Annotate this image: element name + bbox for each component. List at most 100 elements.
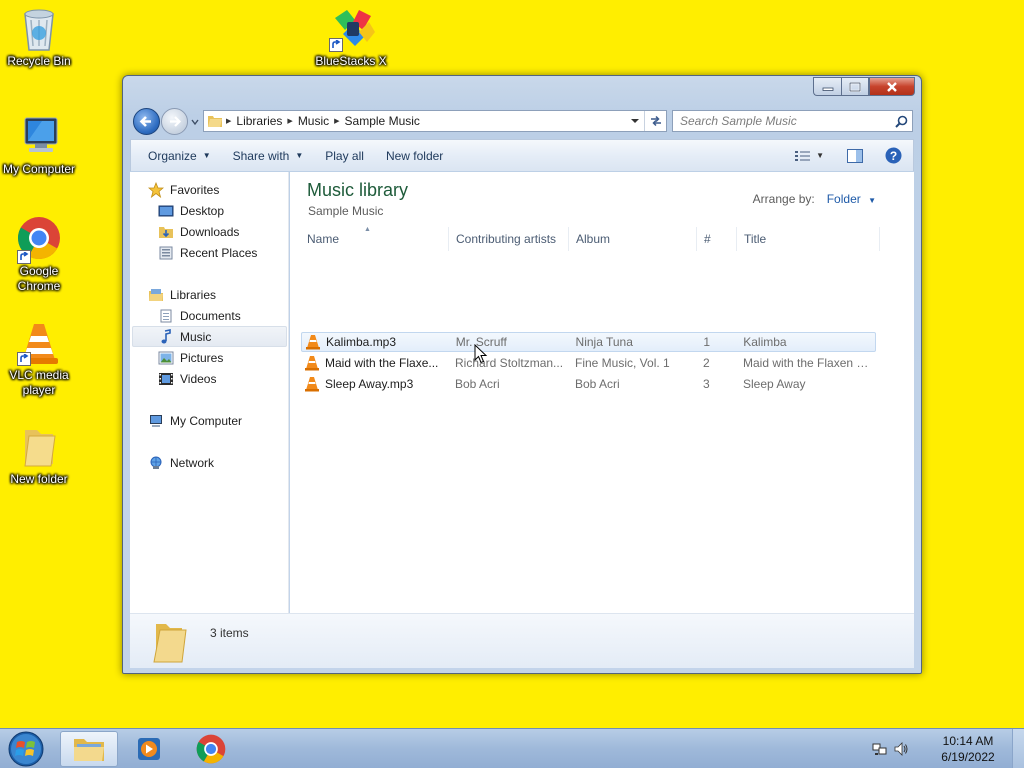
- system-tray: 10:14 AM 6/19/2022: [870, 729, 1024, 768]
- refresh-button[interactable]: [644, 111, 666, 131]
- share-with-menu[interactable]: Share with ▼: [224, 144, 313, 168]
- file-album: Ninja Tuna: [575, 335, 633, 349]
- nav-item-network[interactable]: Network: [148, 453, 214, 473]
- nav-item-music[interactable]: Music: [158, 327, 211, 347]
- share-with-label: Share with: [232, 148, 290, 163]
- recent-places-icon: [158, 245, 174, 261]
- search-icon[interactable]: [890, 115, 912, 128]
- refresh-icon: [650, 115, 661, 127]
- library-title: Music library: [307, 180, 409, 200]
- preview-pane-button[interactable]: [838, 144, 872, 168]
- file-name: Kalimba.mp3: [326, 335, 397, 349]
- taskbar-chrome-button[interactable]: [182, 731, 240, 767]
- file-row-kalimba[interactable]: Kalimba.mp3 Mr. Scruff Ninja Tuna 1 Kali…: [301, 332, 876, 352]
- breadcrumb-libraries[interactable]: Libraries: [231, 114, 287, 128]
- minimize-icon: [822, 87, 833, 91]
- file-artist: Mr. Scruff: [455, 335, 507, 349]
- desktop-icon-google-chrome[interactable]: Google Chrome: [0, 216, 78, 294]
- volume-icon[interactable]: [890, 741, 912, 757]
- view-options-dropdown[interactable]: ▼: [812, 144, 828, 168]
- maximize-button[interactable]: [841, 77, 869, 96]
- play-all-button[interactable]: Play all: [316, 144, 373, 168]
- nav-item-downloads[interactable]: Downloads: [158, 222, 239, 242]
- details-view-icon: [795, 150, 811, 161]
- file-track-number: 1: [703, 335, 710, 349]
- music-note-icon: [158, 329, 174, 345]
- column-header-label: Title: [744, 232, 767, 246]
- computer-icon: [148, 413, 164, 429]
- recent-pages-dropdown[interactable]: [190, 116, 200, 126]
- nav-item-label: Libraries: [170, 288, 217, 302]
- column-header-name[interactable]: Name ▲: [300, 227, 449, 251]
- details-pane: 3 items: [130, 613, 914, 668]
- nav-item-videos[interactable]: Videos: [158, 369, 216, 389]
- vlc-cone-icon: [17, 320, 61, 366]
- minimize-button[interactable]: [813, 77, 841, 96]
- desktop-icon-label: BlueStacks X: [315, 54, 387, 68]
- arrange-by-dropdown[interactable]: Folder ▼: [827, 192, 876, 206]
- column-header-label: Name: [307, 232, 340, 246]
- chevron-down-icon: [191, 119, 199, 126]
- window-controls: [813, 77, 915, 96]
- nav-item-libraries[interactable]: Libraries: [148, 285, 216, 305]
- clock[interactable]: 10:14 AM 6/19/2022: [928, 733, 1008, 765]
- desktop-icon-new-folder[interactable]: New folder: [0, 424, 78, 487]
- clock-date: 6/19/2022: [941, 750, 995, 764]
- chrome-icon: [196, 734, 226, 764]
- show-desktop-button[interactable]: [1012, 729, 1024, 768]
- file-name-cell: Sleep Away.mp3: [301, 376, 449, 392]
- taskbar-explorer-button[interactable]: [60, 731, 118, 767]
- search-box: [672, 110, 913, 132]
- desktop-icon-recycle-bin[interactable]: Recycle Bin: [0, 6, 78, 69]
- nav-item-label: Documents: [180, 309, 241, 323]
- nav-item-recent-places[interactable]: Recent Places: [158, 243, 257, 263]
- close-button[interactable]: [869, 77, 915, 96]
- column-header-number[interactable]: #: [697, 227, 737, 251]
- forward-button[interactable]: [161, 108, 188, 135]
- explorer-window: ▶ Libraries ▶ Music ▶ Sample Music Searc…: [122, 75, 922, 674]
- nav-item-favorites[interactable]: Favorites: [148, 180, 219, 200]
- chrome-icon: [17, 216, 61, 264]
- nav-item-my-computer[interactable]: My Computer: [148, 411, 242, 431]
- column-header-label: #: [704, 232, 711, 246]
- column-header-album[interactable]: Album: [569, 227, 697, 251]
- command-bar: Organize ▼ Share with ▼ Play all New fol…: [130, 139, 914, 171]
- breadcrumb-sample-music[interactable]: Sample Music: [340, 114, 425, 128]
- desktop-icon-my-computer[interactable]: My Computer: [0, 114, 78, 177]
- nav-item-documents[interactable]: Documents: [158, 306, 241, 326]
- address-history-dropdown[interactable]: [626, 111, 644, 131]
- file-title: Sleep Away: [743, 377, 806, 391]
- desktop-icon-bluestacks[interactable]: BlueStacks X: [312, 6, 390, 69]
- column-header-title[interactable]: Title: [737, 227, 880, 251]
- nav-item-label: Favorites: [170, 183, 220, 197]
- maximize-icon: [849, 81, 861, 92]
- item-count: 3 items: [210, 626, 249, 640]
- breadcrumb-music[interactable]: Music: [293, 114, 334, 128]
- address-bar[interactable]: ▶ Libraries ▶ Music ▶ Sample Music: [203, 110, 667, 132]
- organize-label: Organize: [148, 148, 197, 163]
- start-button[interactable]: [6, 730, 46, 768]
- nav-item-label: Pictures: [180, 351, 224, 365]
- nav-item-desktop[interactable]: Desktop: [158, 201, 224, 221]
- column-header-label: Contributing artists: [456, 232, 557, 246]
- help-button[interactable]: ?: [876, 144, 911, 168]
- file-row-maid-with-the-flaxen-hair[interactable]: Maid with the Flaxe... Richard Stoltzman…: [301, 353, 876, 373]
- nav-item-label: Desktop: [180, 204, 225, 218]
- column-header-contributing-artists[interactable]: Contributing artists: [449, 227, 569, 251]
- search-input[interactable]: [673, 114, 890, 128]
- pictures-icon: [158, 350, 174, 366]
- explorer-folder-icon: [74, 739, 104, 761]
- nav-item-pictures[interactable]: Pictures: [158, 348, 223, 368]
- organize-menu[interactable]: Organize ▼: [139, 144, 220, 168]
- network-status-icon[interactable]: [870, 741, 890, 757]
- new-folder-button[interactable]: New folder: [377, 144, 452, 168]
- file-track-number: 2: [703, 356, 710, 370]
- taskbar-media-player-button[interactable]: [120, 731, 178, 767]
- desktop-icon-vlc[interactable]: VLC media player: [0, 320, 78, 398]
- file-row-sleep-away[interactable]: Sleep Away.mp3 Bob Acri Bob Acri 3 Sleep…: [301, 374, 876, 394]
- mouse-cursor-icon: [474, 344, 488, 364]
- nav-item-label: Recent Places: [180, 246, 258, 260]
- back-button[interactable]: [133, 108, 160, 135]
- arrange-by: Arrange by: Folder ▼: [753, 192, 876, 206]
- chevron-down-icon: [631, 119, 639, 123]
